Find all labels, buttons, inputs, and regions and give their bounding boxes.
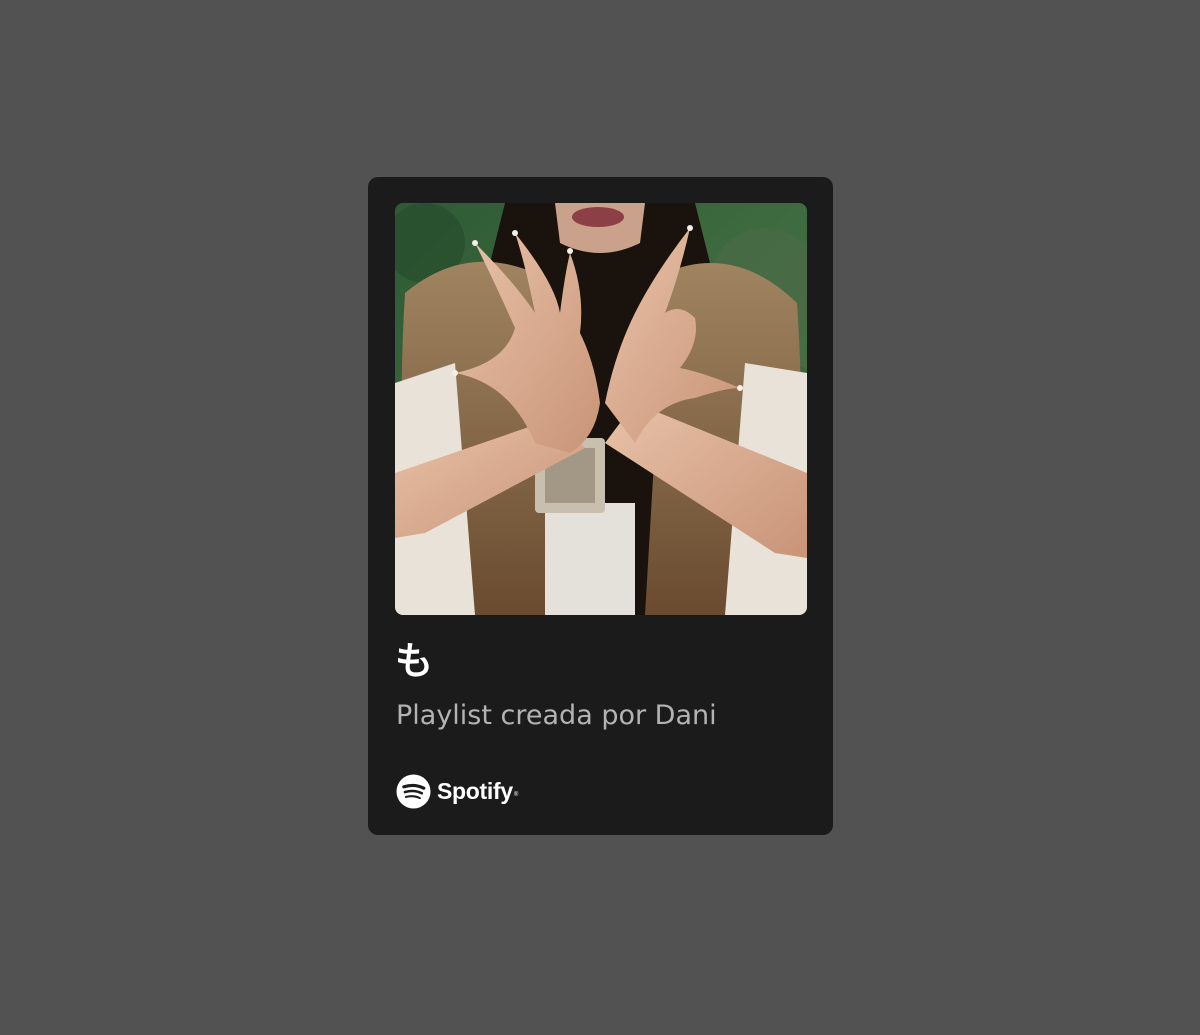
playlist-title[interactable]: も (395, 639, 433, 683)
spotify-wordmark: Spotify (437, 777, 513, 804)
cover-photo (395, 203, 807, 615)
spotify-logo-icon (396, 773, 431, 809)
spotify-brand[interactable]: Spotify ® (396, 773, 519, 809)
playlist-subtitle: Playlist creada por Dani (396, 700, 717, 731)
playlist-cover-image[interactable] (395, 203, 807, 615)
playlist-card[interactable]: も Playlist creada por Dani Spotify ® (368, 177, 833, 835)
registered-mark: ® (513, 792, 519, 798)
